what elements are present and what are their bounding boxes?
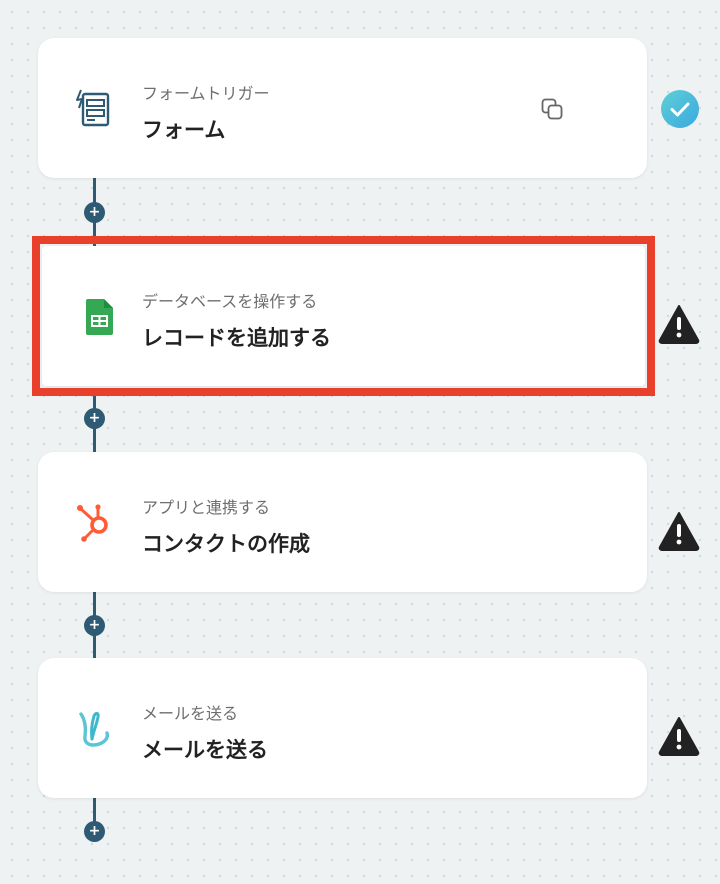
mail-icon [74,706,118,750]
warning-icon [658,715,700,757]
warning-icon [658,303,700,345]
step-card-form-trigger[interactable]: フォームトリガー フォーム [38,38,647,178]
step-title: フォーム [142,118,226,142]
selection-highlight [32,236,655,396]
step-title: コンタクトの作成 [142,532,310,556]
step-subtitle: フォームトリガー [142,84,270,103]
form-trigger-icon [74,86,118,130]
add-step-button[interactable]: + [84,408,105,429]
copy-icon[interactable] [540,97,566,123]
add-step-button[interactable]: + [84,202,105,223]
warning-icon [658,510,700,552]
step-card-app-integration[interactable]: アプリと連携する コンタクトの作成 [38,452,647,592]
step-subtitle: メールを送る [142,704,239,723]
add-step-button[interactable]: + [84,615,105,636]
step-subtitle: アプリと連携する [142,498,271,517]
hubspot-icon [74,500,118,544]
add-step-button[interactable]: + [84,821,105,842]
step-card-send-mail[interactable]: メールを送る メールを送る [38,658,647,798]
step-title: メールを送る [142,738,268,762]
success-check-icon [659,88,701,130]
